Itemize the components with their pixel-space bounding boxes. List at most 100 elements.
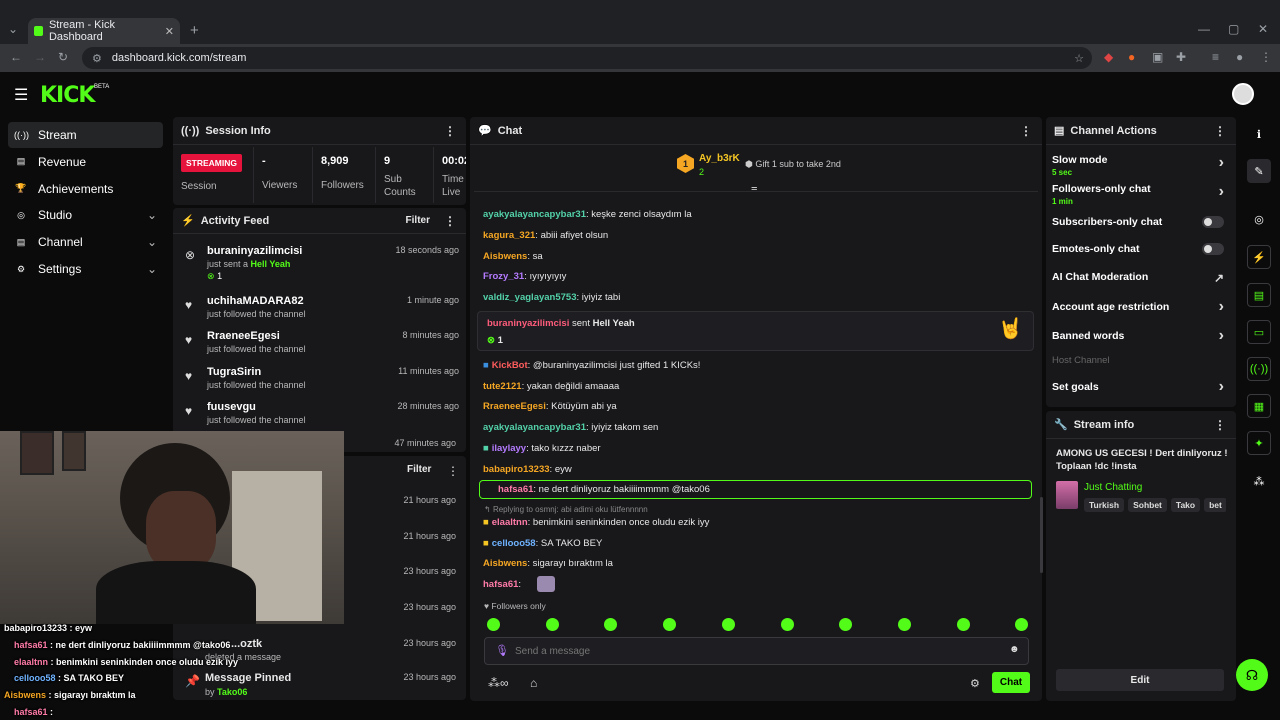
chevron-down-icon[interactable]: ⌄ [147,235,157,249]
layout-icon[interactable]: ▦ [1247,394,1271,418]
broadcast-side-icon[interactable]: ((·)) [1247,357,1271,381]
tag[interactable]: Sohbet [1128,498,1167,512]
chevron-right-icon[interactable]: › [1219,327,1224,345]
chat-scrollbar[interactable] [1040,497,1043,573]
extension-red-icon[interactable]: ◆ [1104,50,1113,64]
sidebar-item-revenue[interactable]: ▤ Revenue [8,149,163,175]
emote-button[interactable] [780,618,794,631]
tab-search-icon[interactable]: ⌄ [8,22,18,36]
emote-button[interactable] [663,618,677,631]
minimize-icon[interactable]: — [1198,22,1210,36]
media-icon[interactable]: ≡ [1212,50,1219,64]
chevron-right-icon[interactable]: › [1219,154,1224,172]
top-gifter-name[interactable]: Ay_b3rK [699,153,740,164]
action-set-goals[interactable]: Set goals › [1052,378,1230,396]
chat-message[interactable]: ■ elaaltnn: benimkini seninkinden once ol… [483,517,709,528]
extension-icon[interactable]: ▣ [1152,50,1163,64]
site-info-icon[interactable]: ⚙ [92,52,102,65]
extension-orange-icon[interactable]: ● [1128,50,1135,64]
kick-logo[interactable]: KICK [40,83,95,108]
chat-username[interactable]: cellooo58 [492,538,536,549]
profile-icon[interactable]: ● [1236,50,1243,64]
sidebar-item-channel[interactable]: ▤ Channel ⌄ [8,229,163,255]
message-input[interactable] [515,643,995,659]
sidebar-item-settings[interactable]: ⚙ Settings ⌄ [8,256,163,282]
activity-menu-icon[interactable]: ⋮ [444,214,456,228]
edit-stream-info-button[interactable]: Edit [1056,669,1224,691]
toggle-switch[interactable] [1202,216,1224,228]
action-ai-chat-moderation[interactable]: AI Chat Moderation ↗ [1052,271,1230,285]
bookmark-star-icon[interactable]: ☆ [1074,52,1084,65]
tools-icon[interactable]: ✦ [1247,431,1271,455]
chevron-down-icon[interactable]: ⌄ [147,262,157,276]
emote-button[interactable] [956,618,970,631]
new-tab-icon[interactable]: + [190,22,199,39]
more-apps-icon[interactable]: ⁂ [1247,469,1271,493]
back-icon[interactable]: ← [10,50,22,64]
action-slow-mode[interactable]: Slow mode 5 sec › [1052,154,1230,177]
chat-message[interactable]: hafsa61: [483,579,521,590]
action-banned-words[interactable]: Banned words › [1052,327,1230,345]
kick-points-icon[interactable]: ⁂∞ [488,676,509,690]
chat-icon[interactable]: ▭ [1247,320,1271,344]
emote-button[interactable] [487,618,500,631]
hamburger-menu-icon[interactable]: ☰ [14,85,28,105]
chat-message[interactable]: ayakyalayancapybar31: iyiyiz takom sen [483,422,658,433]
chat-username[interactable]: tute2121 [483,381,522,392]
tag[interactable]: Turkish [1084,498,1125,512]
user-avatar[interactable] [1232,83,1254,105]
chat-message[interactable]: ■ cellooo58: SA TAKO BEY [483,538,602,549]
tab-close-icon[interactable]: ✕ [165,25,174,38]
emoji-picker-icon[interactable]: ☻ [1009,644,1020,655]
edit-pencil-icon[interactable]: ✎ [1247,159,1271,183]
action-account-age-restriction[interactable]: Account age restriction › [1052,298,1230,316]
chevron-right-icon[interactable]: › [1219,298,1224,316]
chat-username[interactable]: Frozy_31 [483,271,524,282]
external-link-icon[interactable]: ↗ [1214,271,1224,285]
browser-tab[interactable]: Stream - Kick Dashboard ✕ [28,18,180,44]
maximize-icon[interactable]: ▢ [1228,22,1239,36]
support-headset-icon[interactable]: ☊ [1236,659,1268,691]
action-emotes-only-chat[interactable]: Emotes-only chat [1052,243,1230,255]
chat-username[interactable]: Aisbwens [483,251,527,262]
tag[interactable]: Tako [1170,498,1201,512]
sidebar-item-stream[interactable]: ((·)) Stream [8,122,163,148]
chat-username[interactable]: babapiro13233 [483,464,550,475]
mic-icon[interactable]: 🎙 [495,644,509,657]
tag[interactable]: bet [1204,498,1226,512]
category-link[interactable]: Just Chatting [1084,482,1142,493]
emote-button[interactable] [897,618,911,631]
send-chat-button[interactable]: Chat [992,672,1030,693]
info-icon[interactable]: ℹ [1247,122,1271,146]
notes-icon[interactable]: ▤ [1247,283,1271,307]
chat-username[interactable]: Aisbwens [483,558,527,569]
quick-actions-icon[interactable]: ⚡ [1247,245,1271,269]
chevron-right-icon[interactable]: › [1219,378,1224,396]
chrome-menu-icon[interactable]: ⋮ [1260,50,1272,64]
chat-message[interactable]: tute2121: yakan değildi amaaaa [483,381,619,392]
chevron-down-icon[interactable]: ⌄ [147,208,157,222]
chevron-right-icon[interactable]: › [1219,183,1224,201]
message-input-box[interactable]: 🎙 ☻ [484,637,1029,665]
chat-message[interactable]: ■ KickBot: @buraninyazilimcisi just gifte… [483,360,700,371]
chat-message[interactable]: valdiz_yaglayan5753: iyiyiz tabi [483,292,620,303]
chat-username[interactable]: ayakyalayancapybar31 [483,209,586,220]
chat-message[interactable]: Frozy_31: ıyıyıyıyıy [483,271,566,282]
chat-username[interactable]: elaaltnn [492,517,528,528]
chat-message[interactable]: ■ ilaylayy: tako kızzz naber [483,443,601,454]
chat-menu-icon[interactable]: ⋮ [1020,124,1032,138]
moderation-menu-icon[interactable]: ⋮ [447,464,459,478]
chat-message[interactable]: Aisbwens: sigarayı bıraktım la [483,558,613,569]
highlighted-message[interactable]: hafsa61: ne dert dinliyoruz bakiiiimmmm … [479,480,1032,499]
sidebar-item-studio[interactable]: ◎ Studio ⌄ [8,202,163,228]
reload-icon[interactable]: ↻ [58,50,68,64]
activity-filter-button[interactable]: Filter [406,215,430,226]
chat-username[interactable]: ilaylayy [492,443,526,454]
window-close-icon[interactable]: ✕ [1258,22,1268,36]
camera-icon[interactable]: ◎ [1247,207,1271,231]
chat-username[interactable]: KickBot [492,360,528,371]
sidebar-item-achievements[interactable]: 🏆 Achievements [8,176,163,202]
emote-button[interactable] [545,618,559,631]
chat-username[interactable]: kagura_321 [483,230,535,241]
forward-icon[interactable]: → [34,50,46,64]
